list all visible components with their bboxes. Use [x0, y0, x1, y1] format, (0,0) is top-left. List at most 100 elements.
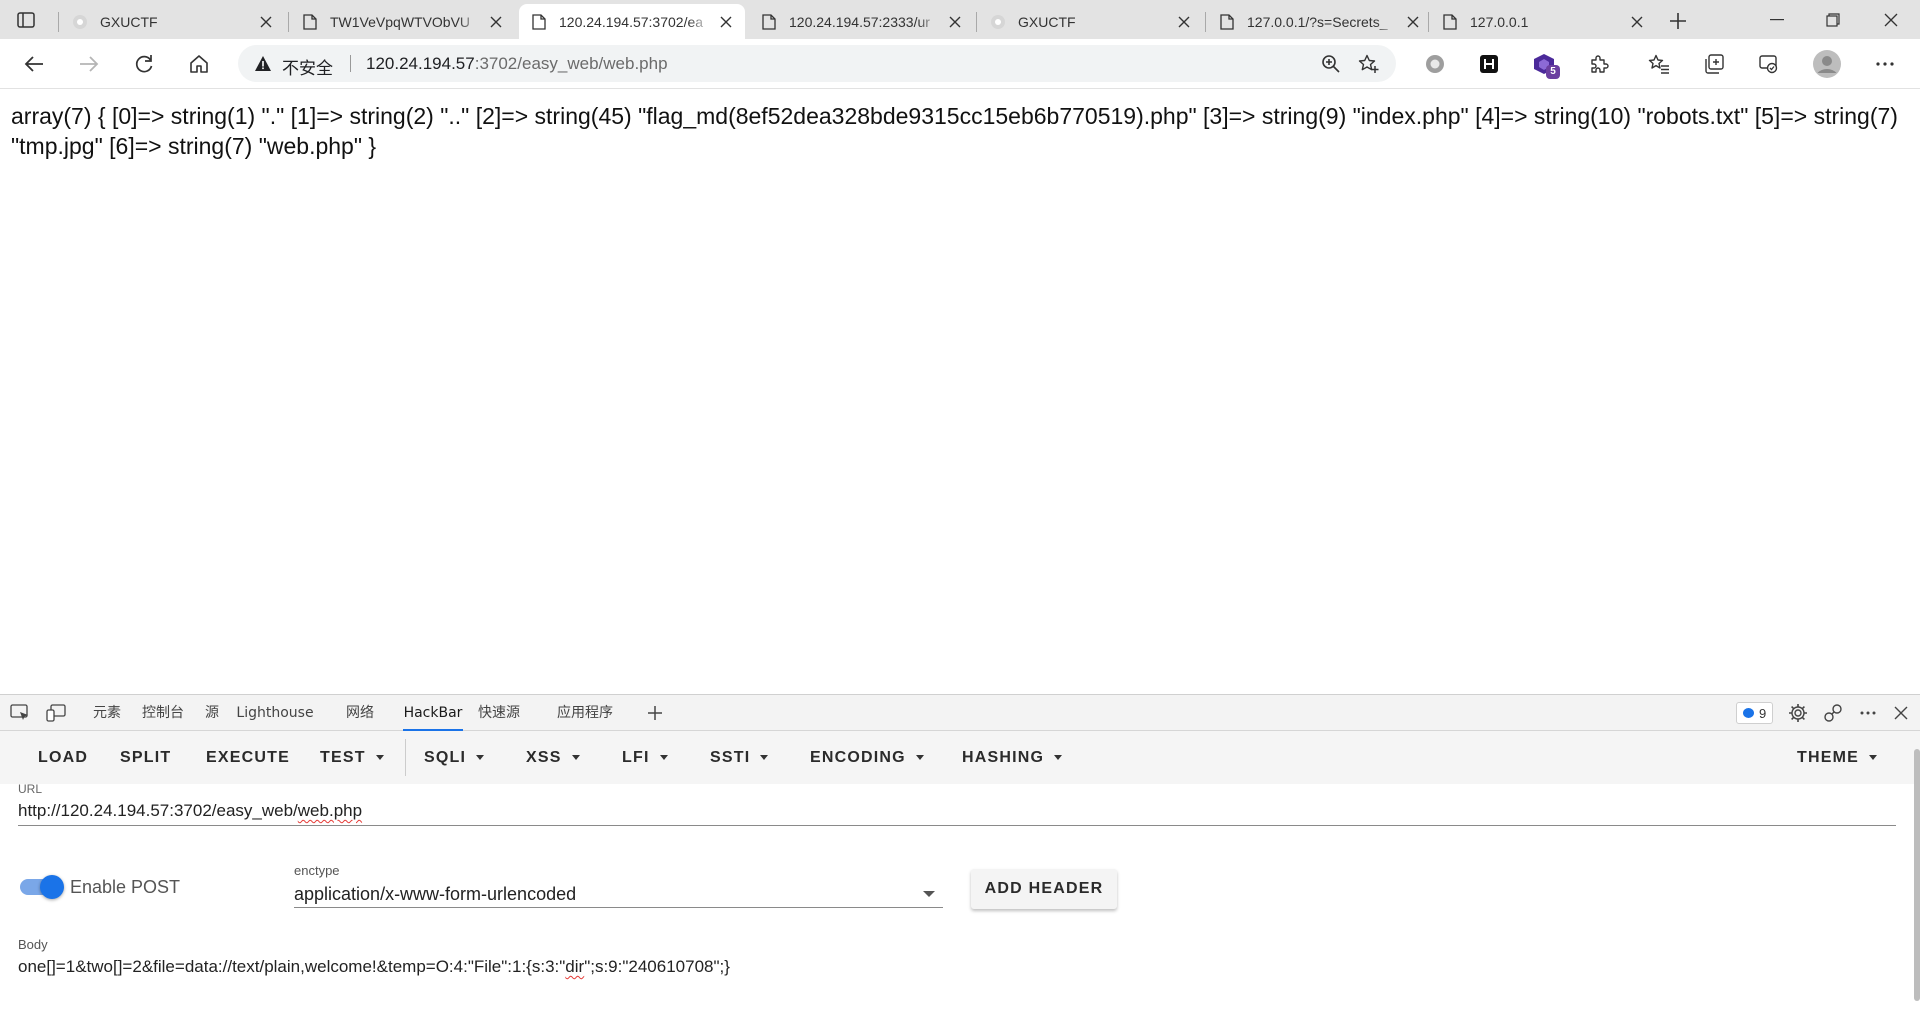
- close-window-icon[interactable]: [1868, 4, 1914, 36]
- tab-application[interactable]: 应用程序: [552, 695, 618, 731]
- back-arrow-icon[interactable]: [18, 48, 50, 80]
- ssti-label: SSTI: [710, 749, 751, 766]
- load-button[interactable]: LOAD: [38, 731, 88, 784]
- add-favorite-icon[interactable]: [1353, 48, 1385, 80]
- connect-device-icon[interactable]: [1822, 702, 1844, 724]
- address-bar[interactable]: 不安全 120.24.194.57:3702/easy_web/web.php: [238, 45, 1396, 82]
- enable-post-toggle[interactable]: [20, 875, 64, 899]
- tab-easy-web[interactable]: 120.24.194.57:3702/ea: [519, 4, 745, 39]
- ssti-menu[interactable]: SSTI: [710, 731, 769, 784]
- url-text[interactable]: 120.24.194.57:3702/easy_web/web.php: [366, 54, 668, 74]
- chevron-down-icon: [760, 755, 769, 761]
- url-input-prefix: http://120.24.194.57:3702/easy_web/: [18, 801, 298, 820]
- tab-elements[interactable]: 元素: [90, 695, 124, 731]
- tab-console[interactable]: 控制台: [138, 695, 188, 731]
- purple-extension-icon[interactable]: 5: [1528, 48, 1560, 80]
- test-label: TEST: [320, 749, 366, 766]
- issues-count: 9: [1759, 705, 1767, 721]
- theme-label: THEME: [1797, 749, 1859, 766]
- reload-icon[interactable]: [128, 48, 160, 80]
- chevron-down-icon: [375, 755, 384, 761]
- tab-separator: [976, 12, 977, 32]
- ctf-site-icon: [72, 14, 88, 30]
- close-icon[interactable]: [257, 13, 275, 31]
- close-icon[interactable]: [946, 13, 964, 31]
- tab-2333[interactable]: 120.24.194.57:2333/ur: [749, 4, 974, 39]
- favorites-icon[interactable]: [1643, 48, 1675, 80]
- collections-icon[interactable]: [1698, 48, 1730, 80]
- close-icon[interactable]: [1175, 13, 1193, 31]
- page-icon: [1442, 13, 1458, 30]
- encoding-menu[interactable]: ENCODING: [810, 731, 924, 784]
- tab-actions-icon[interactable]: [14, 8, 38, 32]
- tab-title: GXUCTF: [100, 13, 158, 30]
- extension-circle-icon[interactable]: [1419, 48, 1451, 80]
- close-icon[interactable]: [717, 13, 735, 31]
- enctype-select[interactable]: application/x-www-form-urlencoded: [294, 880, 943, 908]
- warning-icon[interactable]: [254, 55, 272, 72]
- restore-icon[interactable]: [1810, 4, 1856, 36]
- close-devtools-icon[interactable]: [1890, 702, 1912, 724]
- extensions-puzzle-icon[interactable]: [1583, 48, 1615, 80]
- dropdown-arrow-icon: [923, 891, 935, 897]
- device-emulation-icon[interactable]: [45, 702, 67, 724]
- browser-toolbar: 不安全 120.24.194.57:3702/easy_web/web.php …: [0, 39, 1920, 89]
- tab-base64[interactable]: TW1VeVpqWTVObVU: [290, 4, 515, 39]
- page-icon: [761, 13, 777, 30]
- security-label[interactable]: 不安全: [282, 54, 333, 79]
- close-icon[interactable]: [1628, 13, 1646, 31]
- tab-quick-source[interactable]: 快速源: [474, 695, 524, 731]
- tab-gxuctf-2[interactable]: GXUCTF: [978, 4, 1203, 39]
- more-menu-icon[interactable]: [1869, 48, 1901, 80]
- page-icon: [302, 13, 318, 30]
- zoom-icon[interactable]: [1315, 48, 1347, 80]
- execute-button[interactable]: EXECUTE: [206, 731, 290, 784]
- tab-lighthouse[interactable]: Lighthouse: [236, 695, 314, 731]
- tab-gxuctf-1[interactable]: GXUCTF: [60, 4, 285, 39]
- xss-menu[interactable]: XSS: [526, 731, 580, 784]
- chevron-down-icon: [1869, 755, 1877, 761]
- extension-badge: 5: [1546, 65, 1560, 79]
- tab-title: 120.24.194.57:3702/ea: [559, 13, 704, 30]
- performance-icon[interactable]: [1753, 48, 1785, 80]
- tab-title: 120.24.194.57:2333/ur: [789, 13, 930, 30]
- avatar[interactable]: [1811, 48, 1843, 80]
- devtools-panel: 元素 控制台 源 Lighthouse 网络 HackBar 快速源 应用程序 …: [0, 694, 1920, 1031]
- chevron-down-icon: [659, 755, 668, 761]
- body-input[interactable]: one[]=1&two[]=2&file=data://text/plain,w…: [18, 953, 1896, 981]
- close-icon[interactable]: [1404, 13, 1422, 31]
- more-tabs-plus-icon[interactable]: [644, 702, 666, 724]
- forward-arrow-icon[interactable]: [73, 48, 105, 80]
- minimize-icon[interactable]: [1754, 4, 1800, 36]
- home-icon[interactable]: [183, 48, 215, 80]
- sqli-menu[interactable]: SQLI: [424, 731, 485, 784]
- issues-badge[interactable]: 9: [1736, 702, 1774, 724]
- close-icon[interactable]: [487, 13, 505, 31]
- tab-hackbar[interactable]: HackBar: [403, 695, 463, 731]
- test-menu[interactable]: TEST: [320, 731, 384, 784]
- hackbar-extension-icon[interactable]: [1473, 48, 1505, 80]
- add-header-button[interactable]: ADD HEADER: [971, 869, 1117, 909]
- inspect-element-icon[interactable]: [9, 702, 31, 724]
- body-input-prefix: one[]=1&two[]=2&file=data://text/plain,w…: [18, 957, 566, 976]
- theme-menu[interactable]: THEME: [1797, 731, 1877, 784]
- hashing-menu[interactable]: HASHING: [962, 731, 1063, 784]
- url-input-file: web.php: [297, 801, 363, 820]
- new-tab-plus-icon[interactable]: [1665, 8, 1691, 34]
- tab-separator: [288, 12, 289, 32]
- page-icon: [531, 13, 547, 30]
- settings-gear-icon[interactable]: [1787, 702, 1809, 724]
- tab-network[interactable]: 网络: [343, 695, 377, 731]
- lfi-menu[interactable]: LFI: [622, 731, 668, 784]
- tab-sources[interactable]: 源: [202, 695, 222, 731]
- tab-localhost[interactable]: 127.0.0.1: [1430, 4, 1656, 39]
- split-button[interactable]: SPLIT: [120, 731, 171, 784]
- tab-secrets[interactable]: 127.0.0.1/?s=Secrets_: [1207, 4, 1432, 39]
- enable-post-label[interactable]: Enable POST: [70, 877, 180, 898]
- devtools-more-icon[interactable]: [1857, 702, 1879, 724]
- devtools-scrollbar[interactable]: [1914, 749, 1920, 1001]
- message-icon: [1743, 708, 1754, 718]
- hackbar-body: URL http://120.24.194.57:3702/easy_web/w…: [0, 782, 1920, 1031]
- url-input[interactable]: http://120.24.194.57:3702/easy_web/web.p…: [18, 796, 1896, 826]
- body-input-suffix: ";s:9:"240610708";}: [584, 957, 730, 976]
